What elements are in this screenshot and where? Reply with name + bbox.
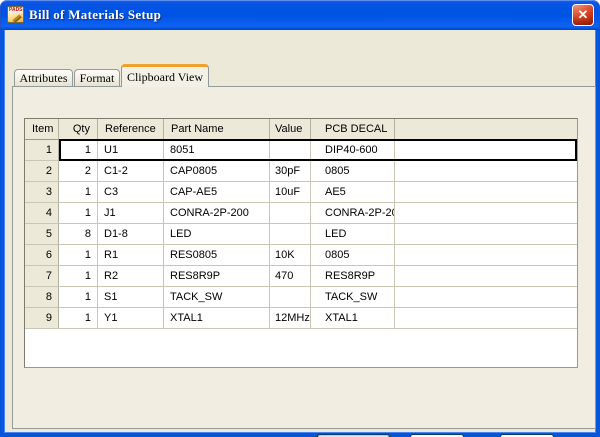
table-cell[interactable]: R1 bbox=[98, 245, 164, 266]
table-cell[interactable]: U1 bbox=[98, 140, 164, 161]
table-cell[interactable] bbox=[270, 287, 311, 308]
table-cell-filler bbox=[395, 140, 577, 161]
table-cell[interactable]: R2 bbox=[98, 266, 164, 287]
bom-table[interactable]: ItemQtyReferencePart NameValuePCB DECAL … bbox=[24, 118, 578, 368]
column-header[interactable]: Part Name bbox=[164, 119, 270, 139]
table-cell[interactable]: 1 bbox=[59, 203, 98, 224]
table-cell[interactable]: C3 bbox=[98, 182, 164, 203]
table-cell[interactable]: C1-2 bbox=[98, 161, 164, 182]
table-cell[interactable]: RES0805 bbox=[164, 245, 270, 266]
table-cell[interactable]: XTAL1 bbox=[164, 308, 270, 329]
table-cell[interactable] bbox=[270, 224, 311, 245]
table-cell-filler bbox=[395, 182, 577, 203]
table-cell[interactable]: LED bbox=[311, 224, 395, 245]
close-icon[interactable]: ✕ bbox=[572, 4, 594, 26]
table-row[interactable]: 71R2RES8R9P470RES8R9P bbox=[25, 266, 577, 287]
table-row[interactable]: 58D1-8LEDLED bbox=[25, 224, 577, 245]
table-row[interactable]: 61R1RES080510K0805 bbox=[25, 245, 577, 266]
table-header-row: ItemQtyReferencePart NameValuePCB DECAL bbox=[25, 119, 577, 140]
row-item-cell[interactable]: 2 bbox=[25, 161, 59, 182]
table-cell[interactable]: 8 bbox=[59, 224, 98, 245]
table-body: 11U18051DIP40-60022C1-2CAP080530pF080531… bbox=[25, 140, 577, 329]
tab-format[interactable]: Format bbox=[74, 69, 120, 87]
table-cell[interactable]: 0805 bbox=[311, 245, 395, 266]
table-cell-filler bbox=[395, 287, 577, 308]
table-cell[interactable]: 10uF bbox=[270, 182, 311, 203]
table-cell[interactable]: 1 bbox=[59, 182, 98, 203]
table-row[interactable]: 31C3CAP-AE510uFAE5 bbox=[25, 182, 577, 203]
table-cell[interactable]: XTAL1 bbox=[311, 308, 395, 329]
table-cell[interactable]: LED bbox=[164, 224, 270, 245]
table-cell[interactable] bbox=[270, 203, 311, 224]
table-cell-filler bbox=[395, 203, 577, 224]
pads-logo-icon: PADS bbox=[7, 6, 24, 23]
row-item-cell[interactable]: 5 bbox=[25, 224, 59, 245]
table-row[interactable]: 11U18051DIP40-600 bbox=[25, 140, 577, 161]
table-cell[interactable]: 1 bbox=[59, 266, 98, 287]
row-item-cell[interactable]: 1 bbox=[25, 140, 59, 161]
table-cell[interactable]: S1 bbox=[98, 287, 164, 308]
row-item-cell[interactable]: 4 bbox=[25, 203, 59, 224]
window-title: Bill of Materials Setup bbox=[29, 7, 161, 23]
table-cell[interactable]: D1-8 bbox=[98, 224, 164, 245]
row-item-cell[interactable]: 9 bbox=[25, 308, 59, 329]
table-cell[interactable]: 1 bbox=[59, 287, 98, 308]
dialog-window: PADS Bill of Materials Setup ✕ Attribute… bbox=[0, 0, 600, 437]
table-cell[interactable]: J1 bbox=[98, 203, 164, 224]
table-cell[interactable]: 1 bbox=[59, 140, 98, 161]
dialog-client-area: Attributes Format Clipboard View ItemQty… bbox=[0, 30, 600, 437]
table-cell[interactable]: 0805 bbox=[311, 161, 395, 182]
row-item-cell[interactable]: 7 bbox=[25, 266, 59, 287]
table-cell-filler bbox=[395, 308, 577, 329]
table-cell[interactable]: AE5 bbox=[311, 182, 395, 203]
table-cell-filler bbox=[395, 224, 577, 245]
table-cell[interactable]: 12MHz bbox=[270, 308, 311, 329]
table-cell[interactable]: CAP-AE5 bbox=[164, 182, 270, 203]
table-row[interactable]: 81S1TACK_SWTACK_SW bbox=[25, 287, 577, 308]
table-row[interactable]: 22C1-2CAP080530pF0805 bbox=[25, 161, 577, 182]
table-cell[interactable]: 2 bbox=[59, 161, 98, 182]
table-cell[interactable]: TACK_SW bbox=[311, 287, 395, 308]
table-cell-filler bbox=[395, 266, 577, 287]
row-item-cell[interactable]: 8 bbox=[25, 287, 59, 308]
table-cell[interactable]: 1 bbox=[59, 245, 98, 266]
column-header[interactable]: Value bbox=[270, 119, 311, 139]
table-cell[interactable]: 10K bbox=[270, 245, 311, 266]
tab-clipboard-view[interactable]: Clipboard View bbox=[121, 64, 209, 87]
table-cell[interactable]: RES8R9P bbox=[164, 266, 270, 287]
row-item-cell[interactable]: 6 bbox=[25, 245, 59, 266]
column-header[interactable]: Qty bbox=[59, 119, 98, 139]
table-cell[interactable]: 1 bbox=[59, 308, 98, 329]
table-cell-filler bbox=[395, 245, 577, 266]
table-cell[interactable] bbox=[270, 140, 311, 161]
table-cell[interactable]: CONRA-2P-200 bbox=[164, 203, 270, 224]
pads-logo-text: PADS bbox=[8, 7, 23, 13]
row-item-cell[interactable]: 3 bbox=[25, 182, 59, 203]
table-row[interactable]: 41J1CONRA-2P-200CONRA-2P-200 bbox=[25, 203, 577, 224]
table-cell[interactable]: TACK_SW bbox=[164, 287, 270, 308]
column-header[interactable]: Item bbox=[25, 119, 59, 139]
table-cell[interactable]: 470 bbox=[270, 266, 311, 287]
title-bar[interactable]: PADS Bill of Materials Setup ✕ bbox=[0, 0, 600, 30]
tab-attributes[interactable]: Attributes bbox=[14, 69, 73, 87]
column-header[interactable]: Reference bbox=[98, 119, 164, 139]
table-cell[interactable]: CAP0805 bbox=[164, 161, 270, 182]
table-cell-filler bbox=[395, 161, 577, 182]
table-cell[interactable]: RES8R9P bbox=[311, 266, 395, 287]
table-cell[interactable]: 8051 bbox=[164, 140, 270, 161]
table-cell[interactable]: CONRA-2P-200 bbox=[311, 203, 395, 224]
column-header[interactable]: PCB DECAL bbox=[311, 119, 395, 139]
table-cell[interactable]: 30pF bbox=[270, 161, 311, 182]
table-row[interactable]: 91Y1XTAL112MHzXTAL1 bbox=[25, 308, 577, 329]
table-cell[interactable]: Y1 bbox=[98, 308, 164, 329]
column-header-filler bbox=[395, 119, 577, 139]
table-cell[interactable]: DIP40-600 bbox=[311, 140, 395, 161]
